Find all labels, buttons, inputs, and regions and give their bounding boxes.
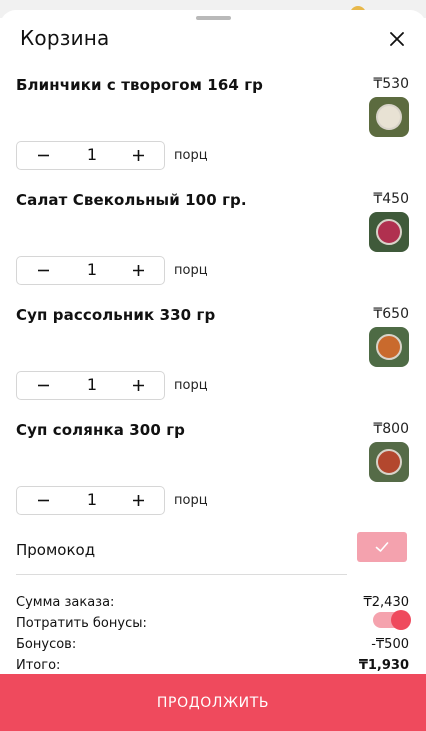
quantity-stepper: 1 bbox=[16, 141, 165, 170]
item-name: Суп рассольник 330 гр bbox=[16, 306, 216, 324]
toggle-knob bbox=[391, 610, 411, 630]
item-price: ₸800 bbox=[373, 421, 409, 437]
close-icon bbox=[390, 32, 404, 46]
plus-icon bbox=[132, 380, 144, 391]
item-price: ₸450 bbox=[373, 191, 409, 207]
item-price: ₸650 bbox=[373, 306, 409, 322]
unit-label: порц bbox=[174, 493, 208, 508]
decrease-button[interactable] bbox=[23, 142, 63, 169]
decrease-button[interactable] bbox=[23, 372, 63, 399]
increase-button[interactable] bbox=[118, 372, 158, 399]
total-label: Итого: bbox=[16, 658, 61, 673]
item-name: Блинчики с творогом 164 гр bbox=[16, 76, 263, 94]
cart-item: Суп солянка 300 гр ₸800 1 порц bbox=[0, 421, 426, 536]
quantity-stepper: 1 bbox=[16, 371, 165, 400]
minus-icon bbox=[37, 269, 49, 272]
increase-button[interactable] bbox=[118, 487, 158, 514]
unit-label: порц bbox=[174, 378, 208, 393]
promo-input-underline[interactable] bbox=[16, 574, 347, 575]
bonus-row: Бонусов: -₸500 bbox=[16, 637, 409, 655]
decrease-button[interactable] bbox=[23, 257, 63, 284]
check-icon bbox=[375, 542, 389, 552]
increase-button[interactable] bbox=[118, 142, 158, 169]
plus-icon bbox=[132, 495, 144, 506]
item-photo[interactable] bbox=[369, 212, 409, 252]
cart-sheet: Корзина Блинчики с творогом 164 гр ₸530 … bbox=[0, 10, 426, 731]
unit-label: порц bbox=[174, 263, 208, 278]
quantity-value[interactable]: 1 bbox=[77, 375, 107, 394]
minus-icon bbox=[37, 384, 49, 387]
plus-icon bbox=[132, 150, 144, 161]
order-sum-label: Сумма заказа: bbox=[16, 595, 115, 610]
quantity-value[interactable]: 1 bbox=[77, 490, 107, 509]
close-button[interactable] bbox=[386, 28, 408, 50]
spend-bonus-row: Потратить бонусы: bbox=[16, 610, 411, 634]
item-name: Салат Свекольный 100 гр. bbox=[16, 191, 247, 209]
cart-item: Суп рассольник 330 гр ₸650 1 порц bbox=[0, 306, 426, 421]
bonus-value: -₸500 bbox=[371, 637, 409, 652]
cart-item: Блинчики с творогом 164 гр ₸530 1 порц bbox=[0, 76, 426, 191]
quantity-stepper: 1 bbox=[16, 256, 165, 285]
continue-button[interactable]: ПРОДОЛЖИТЬ bbox=[0, 674, 426, 731]
cart-item: Салат Свекольный 100 гр. ₸450 1 порц bbox=[0, 191, 426, 306]
decrease-button[interactable] bbox=[23, 487, 63, 514]
quantity-value[interactable]: 1 bbox=[77, 145, 107, 164]
order-sum-row: Сумма заказа: ₸2,430 bbox=[16, 595, 409, 613]
item-photo[interactable] bbox=[369, 442, 409, 482]
item-photo[interactable] bbox=[369, 327, 409, 367]
minus-icon bbox=[37, 499, 49, 502]
unit-label: порц bbox=[174, 148, 208, 163]
bonus-label: Бонусов: bbox=[16, 637, 77, 652]
promo-label: Промокод bbox=[16, 541, 96, 559]
total-value: ₸1,930 bbox=[358, 658, 409, 673]
spend-bonus-label: Потратить бонусы: bbox=[16, 616, 147, 631]
increase-button[interactable] bbox=[118, 257, 158, 284]
item-photo[interactable] bbox=[369, 97, 409, 137]
quantity-value[interactable]: 1 bbox=[77, 260, 107, 279]
plus-icon bbox=[132, 265, 144, 276]
order-sum-value: ₸2,430 bbox=[363, 595, 410, 610]
item-name: Суп солянка 300 гр bbox=[16, 421, 185, 439]
item-price: ₸530 bbox=[373, 76, 409, 92]
drag-handle[interactable] bbox=[196, 16, 231, 20]
sheet-title: Корзина bbox=[20, 26, 110, 50]
quantity-stepper: 1 bbox=[16, 486, 165, 515]
minus-icon bbox=[37, 154, 49, 157]
promo-apply-button[interactable] bbox=[357, 532, 407, 562]
spend-bonus-toggle[interactable] bbox=[373, 610, 411, 630]
